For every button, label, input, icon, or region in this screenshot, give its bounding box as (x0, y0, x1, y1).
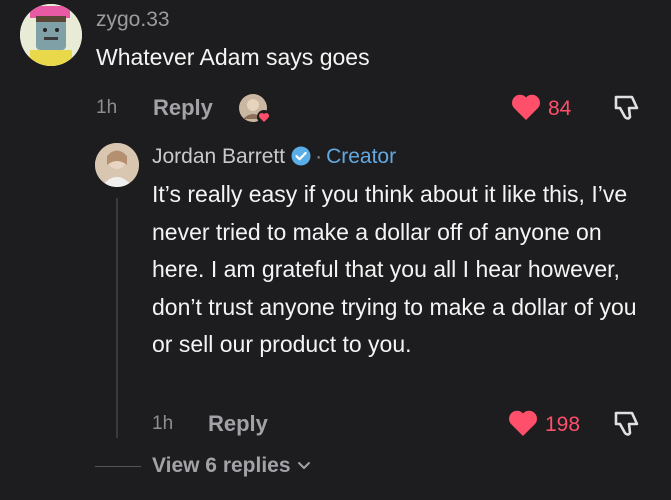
separator-dot: · (315, 145, 323, 168)
creator-name[interactable]: Jordan Barrett (152, 145, 285, 168)
creator-label: Creator (326, 145, 397, 168)
comment-time: 1h (96, 97, 118, 118)
view-replies-button[interactable]: View 6 replies (152, 454, 311, 478)
reply-time: 1h (152, 413, 174, 434)
reply-reply-button[interactable]: Reply (208, 411, 268, 437)
creator-header: Jordan Barrett · Creator (152, 145, 396, 169)
dislike-icon[interactable] (612, 408, 642, 438)
like-count: 84 (548, 97, 572, 120)
creator-liked-indicator (238, 93, 272, 125)
comment-text: Whatever Adam says goes (96, 44, 370, 70)
chevron-down-icon (297, 462, 310, 469)
heart-icon[interactable] (511, 94, 541, 121)
reply-like-count: 198 (545, 413, 581, 436)
heart-icon[interactable] (508, 410, 538, 437)
thread-line (116, 198, 118, 438)
reply-button[interactable]: Reply (153, 95, 213, 121)
commenter-avatar[interactable] (20, 4, 82, 66)
verified-badge-icon (291, 146, 311, 166)
view-replies-label: View 6 replies (152, 454, 291, 477)
dislike-icon[interactable] (612, 92, 642, 122)
creator-liked-avatar-icon (239, 94, 271, 124)
reply-text: It’s really easy if you think about it l… (152, 181, 637, 357)
commenter-username[interactable]: zygo.33 (96, 8, 170, 32)
view-replies-divider (95, 466, 141, 467)
creator-avatar[interactable] (95, 143, 139, 187)
